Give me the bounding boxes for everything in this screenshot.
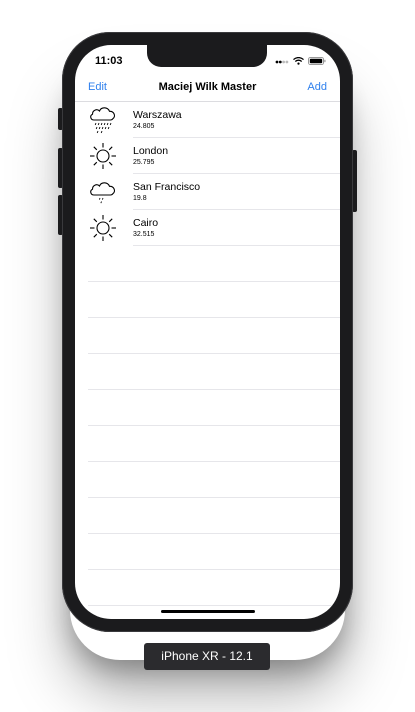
empty-row xyxy=(88,426,340,462)
navigation-bar: Edit Maciej Wilk Master Add xyxy=(75,75,340,102)
phone-screen: 11:03 Edit Maciej Wilk Master Add Warsza… xyxy=(75,45,340,619)
status-icons xyxy=(275,55,326,67)
wifi-icon xyxy=(293,52,304,70)
list-item[interactable]: Warszawa 24.805 xyxy=(90,102,340,138)
add-button[interactable]: Add xyxy=(307,81,327,93)
list-item[interactable]: Cairo 32.515 xyxy=(90,210,340,246)
city-temperature: 25.795 xyxy=(133,159,155,166)
page-title: Maciej Wilk Master xyxy=(158,81,257,93)
empty-row xyxy=(88,498,340,534)
sun-icon xyxy=(87,140,119,172)
home-indicator[interactable] xyxy=(161,610,255,613)
empty-row xyxy=(88,246,340,282)
city-name: San Francisco xyxy=(133,181,201,193)
empty-row xyxy=(88,282,340,318)
empty-row xyxy=(88,534,340,570)
list-item[interactable]: San Francisco 19.8 xyxy=(90,174,340,210)
signal-dots-icon xyxy=(275,52,289,70)
list-item[interactable]: London 25.795 xyxy=(90,138,340,174)
rain-cloud-icon xyxy=(87,104,119,136)
city-name: Cairo xyxy=(133,217,159,229)
simulator-stage: 11:03 Edit Maciej Wilk Master Add Warsza… xyxy=(0,0,415,712)
empty-row xyxy=(88,390,340,426)
city-temperature: 19.8 xyxy=(133,195,147,202)
empty-row xyxy=(88,318,340,354)
battery-icon xyxy=(308,52,326,70)
city-name: London xyxy=(133,145,169,157)
empty-row xyxy=(88,354,340,390)
status-time: 11:03 xyxy=(95,55,123,67)
empty-row xyxy=(88,570,340,606)
sun-icon xyxy=(87,212,119,244)
city-list: Warszawa 24.805 London 25.795 San Franci… xyxy=(75,102,340,606)
city-temperature: 24.805 xyxy=(133,123,155,130)
notch xyxy=(147,45,267,67)
device-label: iPhone XR - 12.1 xyxy=(144,643,270,670)
city-temperature: 32.515 xyxy=(133,231,155,238)
drizzle-cloud-icon xyxy=(87,176,119,208)
city-name: Warszawa xyxy=(133,109,182,121)
empty-row xyxy=(88,462,340,498)
